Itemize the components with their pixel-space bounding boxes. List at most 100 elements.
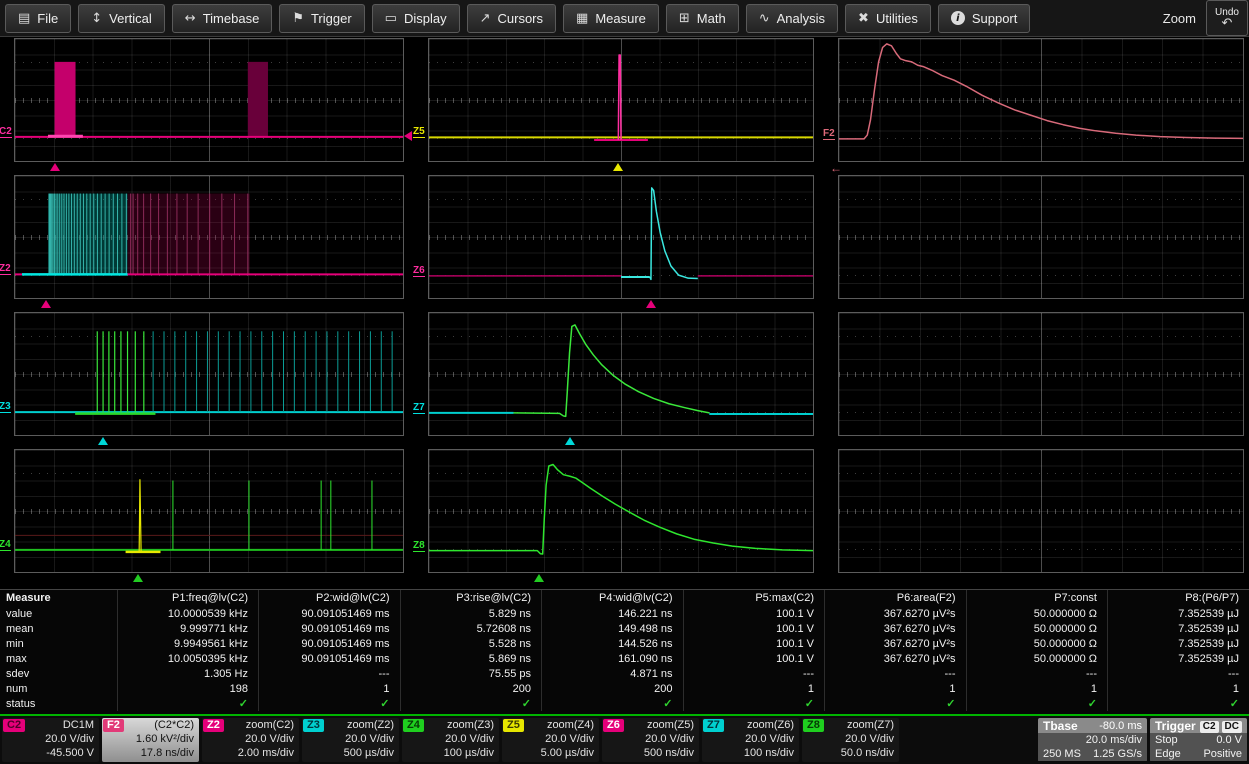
undo-button[interactable]: Undo ↶ [1206, 0, 1248, 36]
measure-cell: 149.498 ns [542, 621, 684, 636]
timebase-icon: ↔ [185, 11, 196, 26]
trigger-position-marker[interactable] [613, 163, 623, 171]
menu-item-label: Math [697, 11, 726, 26]
menu-item-math[interactable]: ⊞Math [666, 4, 739, 33]
descriptor-line3: 50.0 ns/div [802, 746, 899, 760]
trace-label-z8[interactable]: Z8 [413, 540, 425, 552]
measure-header-p2[interactable]: P2:wid@lv(C2) [259, 590, 401, 606]
menu-item-analysis[interactable]: ∿Analysis [746, 4, 838, 33]
timebase-descriptor[interactable]: Tbase -80.0 ms 20.0 ms/div 250 MS 1.25 G… [1038, 718, 1147, 762]
measure-header-p5[interactable]: P5:max(C2) [683, 590, 825, 606]
menu-item-utilities[interactable]: ✖Utilities [845, 4, 931, 33]
measure-row-label: min [0, 636, 117, 651]
waveform-grid-z5[interactable] [428, 38, 814, 162]
measure-cell: 367.6270 µV²s [825, 636, 967, 651]
channel-tab-z3: Z3 [303, 719, 324, 732]
channel-descriptor-z7[interactable]: Z7zoom(Z6)20.0 V/div100 ns/div [702, 718, 799, 762]
measure-cell: 90.091051469 ms [259, 636, 401, 651]
menu-item-vertical[interactable]: ↕Vertical [78, 4, 165, 33]
trace-label-z7[interactable]: Z7 [413, 402, 425, 414]
menu-item-file[interactable]: ▤File [5, 4, 71, 33]
analysis-icon: ∿ [759, 11, 770, 26]
waveform-trace [15, 176, 403, 298]
waveform-trace [15, 450, 403, 572]
measure-cell: 9.999771 kHz [117, 621, 259, 636]
channel-descriptor-z5[interactable]: Z5zoom(Z4)20.0 V/div5.00 µs/div [502, 718, 599, 762]
trigger-position-marker[interactable] [534, 574, 544, 582]
measure-cell: 5.869 ns [400, 651, 542, 666]
channel-descriptor-z8[interactable]: Z8zoom(Z7)20.0 V/div50.0 ns/div [802, 718, 899, 762]
menu-item-timebase[interactable]: ↔Timebase [172, 4, 273, 33]
trigger-position-marker[interactable] [50, 163, 60, 171]
waveform-trace [839, 450, 1243, 572]
channel-descriptor-z3[interactable]: Z3zoom(Z2)20.0 V/div500 µs/div [302, 718, 399, 762]
measure-cell: 200 [542, 681, 684, 696]
measure-status-check: ✓ [259, 696, 401, 711]
measure-cell: 10.0050395 kHz [117, 651, 259, 666]
measure-header-p1[interactable]: P1:freq@lv(C2) [117, 590, 259, 606]
waveform-grid-z8[interactable] [428, 449, 814, 573]
waveform-grid-empty-2[interactable] [838, 312, 1244, 436]
measure-cell: 5.72608 ns [400, 621, 542, 636]
trace-label-z3[interactable]: Z3 [0, 401, 11, 413]
measure-table: MeasureP1:freq@lv(C2)P2:wid@lv(C2)P3:ris… [0, 590, 1249, 711]
trigger-position-marker[interactable] [98, 437, 108, 445]
trigger-level-marker[interactable] [404, 131, 412, 141]
channel-descriptor-z2[interactable]: Z2zoom(C2)20.0 V/div2.00 ms/div [202, 718, 299, 762]
trace-label-z2[interactable]: Z2 [0, 263, 11, 275]
measure-header-p3[interactable]: P3:rise@lv(C2) [400, 590, 542, 606]
measure-header-p6[interactable]: P6:area(F2) [825, 590, 967, 606]
menu-item-support[interactable]: iSupport [938, 4, 1031, 33]
trigger-mode: Stop [1155, 733, 1178, 747]
waveform-trace [429, 450, 813, 572]
menu-item-measure[interactable]: ▦Measure [563, 4, 659, 33]
channel-descriptor-f2[interactable]: F2(C2*C2)1.60 kV²/div17.8 ns/div [102, 718, 199, 762]
measure-cell: 9.9949561 kHz [117, 636, 259, 651]
trace-offscreen-arrow[interactable]: ← [830, 163, 842, 173]
descriptor-line3: 100 ns/div [702, 746, 799, 760]
measure-cell: 1 [1108, 681, 1249, 696]
zoom-label: Zoom [1163, 11, 1196, 26]
measure-header-p8[interactable]: P8:(P6/P7) [1108, 590, 1249, 606]
trigger-position-marker[interactable] [41, 300, 51, 308]
trace-label-z4[interactable]: Z4 [0, 539, 11, 551]
trace-label-f2[interactable]: F2 [823, 128, 835, 140]
waveform-trace [429, 176, 813, 298]
channel-descriptor-c2[interactable]: C2DC1M20.0 V/div-45.500 V [2, 718, 99, 762]
timebase-rate: 1.25 GS/s [1093, 747, 1142, 761]
waveform-grid-z6[interactable] [428, 175, 814, 299]
channel-descriptor-z4[interactable]: Z4zoom(Z3)20.0 V/div100 µs/div [402, 718, 499, 762]
menu-item-display[interactable]: ▭Display [372, 4, 460, 33]
waveform-grid-z3[interactable] [14, 312, 404, 436]
channel-tab-z6: Z6 [603, 719, 624, 732]
measure-row-label: mean [0, 621, 117, 636]
waveform-grid-z2[interactable] [14, 175, 404, 299]
waveform-grid-z7[interactable] [428, 312, 814, 436]
measure-status-check: ✓ [400, 696, 542, 711]
waveform-grid-f2[interactable] [838, 38, 1244, 162]
timebase-samples: 250 MS [1043, 747, 1081, 761]
trace-label-z5[interactable]: Z5 [413, 126, 425, 138]
descriptor-line3: 500 µs/div [302, 746, 399, 760]
measure-status-check: ✓ [683, 696, 825, 711]
measure-cell: 100.1 V [683, 621, 825, 636]
measure-header-p7[interactable]: P7:const [966, 590, 1108, 606]
trigger-position-marker[interactable] [565, 437, 575, 445]
measure-status-check: ✓ [825, 696, 967, 711]
utilities-icon: ✖ [858, 11, 869, 26]
trigger-position-marker[interactable] [133, 574, 143, 582]
menu-item-cursors[interactable]: ↗Cursors [467, 4, 556, 33]
trigger-position-marker[interactable] [646, 300, 656, 308]
waveform-grid-z4[interactable] [14, 449, 404, 573]
measure-cell: 100.1 V [683, 636, 825, 651]
menu-item-trigger[interactable]: ⚑Trigger [279, 4, 364, 33]
waveform-grid-empty-3[interactable] [838, 449, 1244, 573]
channel-descriptor-z6[interactable]: Z6zoom(Z5)20.0 V/div500 ns/div [602, 718, 699, 762]
descriptor-line2: 20.0 V/div [702, 732, 799, 746]
trace-label-c2[interactable]: C2 [0, 126, 12, 138]
waveform-grid-empty-1[interactable] [838, 175, 1244, 299]
waveform-grid-c2[interactable] [14, 38, 404, 162]
trace-label-z6[interactable]: Z6 [413, 265, 425, 277]
measure-header-p4[interactable]: P4:wid@lv(C2) [542, 590, 684, 606]
trigger-descriptor[interactable]: Trigger C2DC Stop 0.0 V Edge Positive [1150, 718, 1247, 762]
